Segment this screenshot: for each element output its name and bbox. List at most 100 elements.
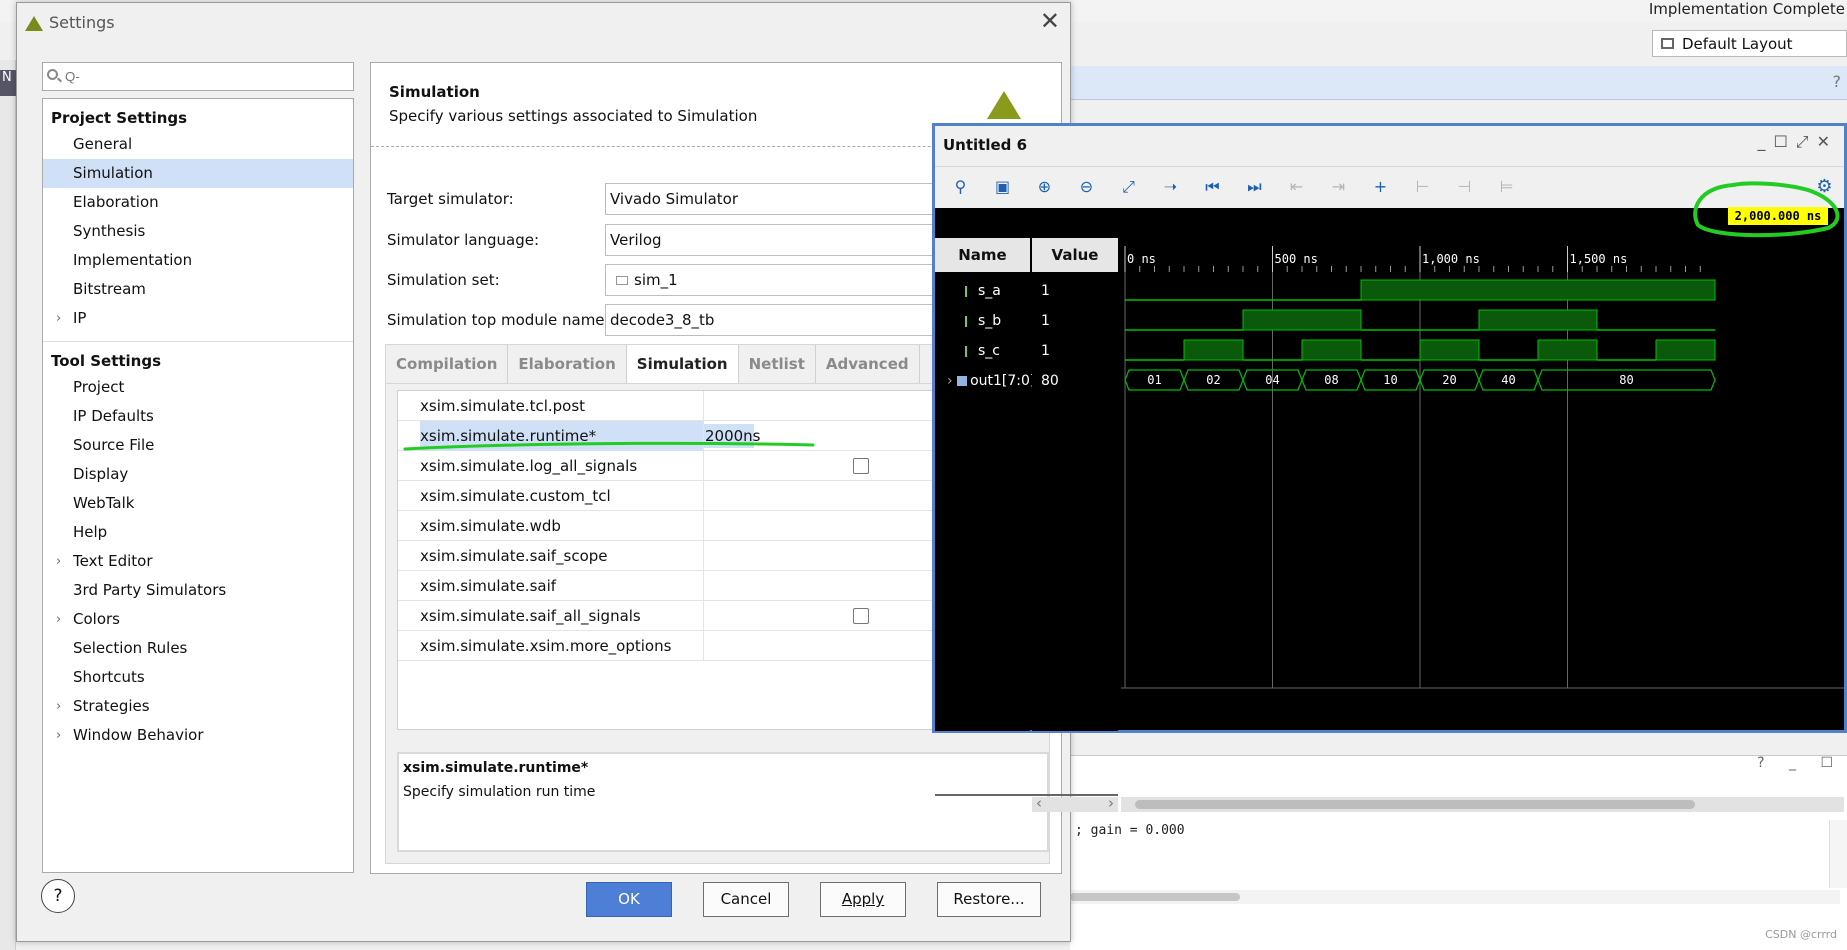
bus-value-label: 04 [1265, 373, 1279, 387]
bus-value-label: 02 [1206, 373, 1220, 387]
high-segment [1478, 309, 1598, 331]
chevron-right-icon[interactable]: › [56, 304, 61, 333]
next-transition-icon[interactable]: ⇥ [1325, 174, 1352, 200]
previous-marker-icon[interactable]: ⊢ [1409, 174, 1436, 200]
name-column [935, 238, 1030, 731]
property-checkbox[interactable] [853, 458, 869, 474]
help-icon[interactable]: ? [1833, 72, 1842, 91]
time-label: 0 ns [1127, 252, 1156, 266]
search-input[interactable] [63, 65, 343, 87]
expand-chevron-icon[interactable]: › [947, 373, 957, 389]
tree-item-shortcuts[interactable]: Shortcuts [43, 663, 353, 692]
layout-icon [1661, 38, 1674, 49]
go-to-end-icon[interactable]: ⏭ [1241, 174, 1268, 200]
tree-item-simulation[interactable]: Simulation [43, 159, 353, 188]
property-checkbox[interactable] [853, 608, 869, 624]
go-to-start-icon[interactable]: ⏮ [1199, 174, 1226, 200]
previous-transition-icon[interactable]: ⇤ [1283, 174, 1310, 200]
zoom-in-icon[interactable]: ⊕ [1031, 174, 1058, 200]
console-vscroll[interactable] [1829, 820, 1847, 888]
signal-name-out1[interactable]: › out1[7:0] [947, 373, 1032, 389]
tab-elaboration[interactable]: Elaboration [508, 345, 627, 383]
tree-item-text-editor[interactable]: › Text Editor [43, 547, 353, 576]
go-to-cursor-icon[interactable]: ➝ [1157, 174, 1184, 200]
tree-item-bitstream[interactable]: Bitstream [43, 275, 353, 304]
time-label: 1,000 ns [1422, 252, 1480, 266]
signal-value: 1 [1041, 283, 1050, 299]
tree-item-ip[interactable]: › IP [43, 304, 353, 333]
chevron-right-icon[interactable]: › [56, 721, 61, 750]
tree-item-label: Window Behavior [73, 726, 204, 744]
property-name: xsim.simulate.saif [420, 577, 557, 595]
layout-select[interactable]: Default Layout [1652, 30, 1847, 57]
waveform-hscroll[interactable] [1121, 797, 1844, 812]
next-marker-icon[interactable]: ⊣ [1451, 174, 1478, 200]
zoom-out-icon[interactable]: ⊖ [1073, 174, 1100, 200]
tree-item-synthesis[interactable]: Synthesis [43, 217, 353, 246]
panel-description: Specify various settings associated to S… [389, 107, 758, 125]
tree-item-colors[interactable]: › Colors [43, 605, 353, 634]
property-name: xsim.simulate.xsim.more_options [420, 637, 672, 655]
tab-compilation[interactable]: Compilation [386, 345, 509, 383]
console-hscroll[interactable] [1070, 890, 1840, 904]
zoom-fit-icon[interactable]: ⤢ [1115, 174, 1142, 200]
property-description: xsim.simulate.runtime* Specify simulatio… [397, 752, 1049, 852]
tree-item-window-behavior[interactable]: › Window Behavior [43, 721, 353, 750]
signal-name-s-b[interactable]: s_b [965, 313, 1001, 329]
chevron-right-icon[interactable]: › [56, 692, 61, 721]
signal-name-s-c[interactable]: s_c [965, 343, 1000, 359]
restore-button[interactable]: Restore... [937, 882, 1041, 917]
tree-item-label: Project [73, 378, 125, 396]
tree-item-implementation[interactable]: Implementation [43, 246, 353, 275]
chevron-right-icon[interactable]: › [56, 605, 61, 634]
high-segment [1419, 339, 1480, 361]
tab-advanced[interactable]: Advanced [816, 345, 920, 383]
implementation-status: Implementation Complete [1648, 0, 1845, 18]
settings-search[interactable] [42, 62, 354, 91]
flow-nav-tab[interactable]: N [0, 70, 16, 96]
tree-item-help[interactable]: Help [43, 518, 353, 547]
apply-button[interactable]: Apply [820, 882, 906, 917]
chevron-right-icon[interactable]: › [56, 547, 61, 576]
settings-tree: Project Settings General Simulation Elabor… [42, 98, 354, 873]
bus-value-label: 80 [1619, 373, 1633, 387]
high-segment [1242, 309, 1362, 331]
values-hscroll[interactable]: ‹ › [1032, 794, 1118, 812]
tree-item-3rd-party-simulators[interactable]: 3rd Party Simulators [43, 576, 353, 605]
tree-item-ip-defaults[interactable]: IP Defaults [43, 402, 353, 431]
simulator-language-label: Simulator language: [387, 231, 540, 249]
signal-name-s-a[interactable]: s_a [965, 283, 1001, 299]
high-segment [1301, 339, 1362, 361]
tree-item-selection-rules[interactable]: Selection Rules [43, 634, 353, 663]
close-icon[interactable]: ✕ [1040, 7, 1060, 35]
property-name: xsim.simulate.custom_tcl [420, 487, 611, 505]
ok-button[interactable]: OK [586, 882, 672, 917]
search-icon[interactable]: ⚲ [947, 174, 974, 200]
folder-icon [616, 276, 628, 285]
name-header: Name [935, 238, 1030, 272]
waveform-plot[interactable]: 0 ns 500 ns 1,000 ns 1,500 ns 01 02 04 08 10 20 40… [1121, 208, 1844, 794]
tree-item-elaboration[interactable]: Elaboration [43, 188, 353, 217]
bus-signal-icon [957, 376, 968, 386]
cancel-button[interactable]: Cancel [703, 882, 789, 917]
add-marker-icon[interactable]: + [1367, 174, 1394, 200]
tree-item-source-file[interactable]: Source File [43, 431, 353, 460]
help-button[interactable]: ? [41, 879, 75, 913]
save-icon[interactable]: ▣ [989, 174, 1016, 200]
swap-cursors-icon[interactable]: ⊨ [1493, 174, 1520, 200]
tree-item-label: Source File [73, 436, 155, 454]
tree-item-display[interactable]: Display [43, 460, 353, 489]
waveform-area: Name Value s_a s_b s_c › out1[7:0] 1 1 1… [935, 208, 1844, 812]
tree-item-label: WebTalk [73, 494, 135, 512]
tab-simulation[interactable]: Simulation [626, 345, 739, 383]
tree-item-project[interactable]: Project [43, 373, 353, 402]
tree-item-label: Simulation [73, 164, 153, 182]
window-controls[interactable]: _☐⤢✕ [1757, 132, 1838, 152]
top-module-label: Simulation top module name: [387, 311, 610, 329]
tree-item-webtalk[interactable]: WebTalk [43, 489, 353, 518]
tree-item-strategies[interactable]: › Strategies [43, 692, 353, 721]
tab-netlist[interactable]: Netlist [739, 345, 816, 383]
tree-item-general[interactable]: General [43, 130, 353, 159]
high-segment [1360, 279, 1716, 301]
tree-item-label: Bitstream [73, 280, 146, 298]
